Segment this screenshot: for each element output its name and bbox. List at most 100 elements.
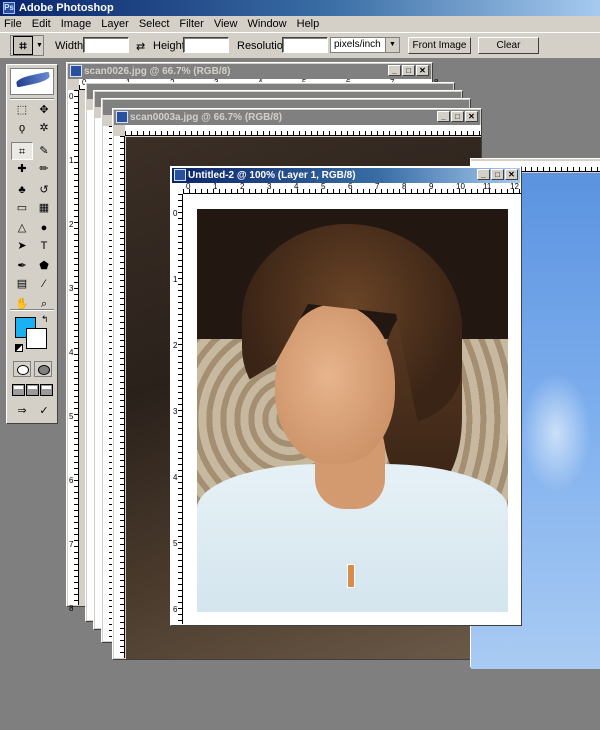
close-button[interactable]: ✕: [505, 169, 518, 180]
hand-tool[interactable]: ✋: [11, 295, 33, 313]
clear-button[interactable]: Clear: [478, 37, 539, 54]
magic-wand-tool[interactable]: ✲: [33, 119, 55, 137]
ruler-number: 5: [173, 539, 178, 548]
path-select-tool[interactable]: ➤: [11, 237, 33, 255]
eraser-tool[interactable]: ▭: [11, 199, 33, 217]
menu-layer[interactable]: Layer: [97, 18, 135, 30]
ruler-number: 4: [294, 182, 299, 191]
vertical-ruler: 0 1 2 3 4 5 6: [172, 194, 183, 624]
ruler-number: 6: [173, 605, 178, 614]
full-screen-mode-button[interactable]: [40, 384, 53, 396]
lasso-tool[interactable]: ϙ: [11, 119, 33, 137]
close-button[interactable]: ✕: [465, 111, 478, 122]
ruler-number: 0: [69, 92, 74, 101]
dodge-tool[interactable]: ●: [33, 219, 55, 237]
pendant: [347, 564, 355, 588]
vertical-ruler: [114, 136, 125, 658]
ruler-number: 2: [173, 341, 178, 350]
imageready-icon[interactable]: ✓: [33, 402, 55, 420]
ruler-number: 3: [69, 284, 74, 293]
toolbox: ↰ ⇒ ✓ ⬚ ✥ ϙ ✲ ⌗ ✎ ✚ ✏ ♣ ↺ ▭ ▦ △ ● ➤ T ✒ ⬟ ▤ ⁄ ✋ ⌕: [6, 64, 58, 424]
menu-window[interactable]: Window: [244, 18, 293, 30]
ruler-number: 8: [402, 182, 407, 191]
document-title: scan0026.jpg @ 66.7% (RGB/8): [84, 66, 231, 77]
ruler-number: 0: [173, 209, 178, 218]
ruler-number: 6: [348, 182, 353, 191]
eyedropper-tool[interactable]: ⁄: [33, 275, 55, 293]
minimize-button[interactable]: _: [477, 169, 490, 180]
swap-dimensions-icon[interactable]: ⇄: [136, 40, 145, 53]
horizontal-ruler: 0 1 2 3 4 5 6 7 8 9 10 11 12: [183, 182, 521, 194]
move-tool[interactable]: ✥: [33, 101, 55, 119]
type-tool[interactable]: T: [33, 237, 55, 255]
ruler-number: 12: [510, 182, 519, 191]
default-colors-icon[interactable]: [15, 344, 23, 352]
blur-tool[interactable]: △: [11, 219, 33, 237]
marquee-tool[interactable]: ⬚: [11, 101, 33, 119]
gradient-tool[interactable]: ▦: [33, 199, 55, 217]
document-titlebar[interactable]: Untitled-2 @ 100% (Layer 1, RGB/8) _ □ ✕: [172, 168, 520, 183]
menu-file[interactable]: File: [0, 18, 28, 30]
menu-edit[interactable]: Edit: [28, 18, 57, 30]
photoshop-logo-icon: Ps: [3, 2, 15, 14]
ruler-number: 11: [483, 182, 492, 191]
resolution-units-select[interactable]: pixels/inch ▼: [330, 37, 400, 53]
maximize-button[interactable]: □: [451, 111, 464, 122]
history-brush-tool[interactable]: ↺: [33, 181, 55, 199]
shape-tool[interactable]: ⬟: [33, 257, 55, 275]
ruler-number: 4: [173, 473, 178, 482]
standard-mode-button[interactable]: [13, 361, 31, 377]
notes-tool[interactable]: ▤: [11, 275, 33, 293]
close-button[interactable]: ✕: [416, 65, 429, 76]
ruler-number: 4: [69, 348, 74, 357]
ruler-number: 3: [173, 407, 178, 416]
menu-filter[interactable]: Filter: [175, 18, 209, 30]
tool-preset-picker[interactable]: ⌗ ▼: [10, 35, 44, 56]
zoom-tool[interactable]: ⌕: [33, 295, 55, 313]
menu-view[interactable]: View: [210, 18, 244, 30]
menu-bar: File Edit Image Layer Select Filter View Window…: [0, 16, 600, 32]
crop-tool[interactable]: ⌗: [11, 142, 33, 160]
maximize-button[interactable]: □: [491, 169, 504, 180]
document-title: scan0003a.jpg @ 66.7% (RGB/8): [130, 112, 283, 123]
chevron-down-icon: ▼: [385, 38, 399, 52]
quick-mask-mode-button[interactable]: [34, 361, 52, 377]
front-image-button[interactable]: Front Image: [408, 37, 471, 54]
app-title: Adobe Photoshop: [19, 2, 114, 14]
pen-tool[interactable]: ✒: [11, 257, 33, 275]
ruler-number: 5: [69, 412, 74, 421]
document-canvas-portrait: [197, 209, 508, 612]
background-color-swatch[interactable]: [26, 328, 47, 349]
standard-screen-mode-button[interactable]: [12, 384, 25, 396]
menu-image[interactable]: Image: [57, 18, 98, 30]
chevron-down-icon: ▼: [36, 42, 43, 49]
document-titlebar[interactable]: scan0003a.jpg @ 66.7% (RGB/8) _ □ ✕: [114, 110, 480, 125]
height-field[interactable]: [183, 37, 229, 53]
options-bar: ⌗ ▼ Width: ⇄ Height: Resolution: pixels/…: [0, 32, 600, 59]
brush-tool[interactable]: ✏: [33, 160, 55, 178]
document-icon: [174, 169, 186, 181]
ruler-number: 3: [267, 182, 272, 191]
menu-select[interactable]: Select: [135, 18, 176, 30]
resolution-field[interactable]: [282, 37, 328, 53]
adobe-feather-icon[interactable]: [10, 68, 54, 95]
healing-brush-tool[interactable]: ✚: [11, 160, 33, 178]
swap-colors-icon[interactable]: ↰: [41, 314, 49, 325]
jump-to-imageready-icon[interactable]: ⇒: [11, 402, 33, 420]
ruler-number: 10: [456, 182, 465, 191]
width-field[interactable]: [83, 37, 129, 53]
slice-tool[interactable]: ✎: [33, 142, 55, 160]
document-icon: [70, 65, 82, 77]
full-screen-menu-mode-button[interactable]: [26, 384, 39, 396]
ruler-number: 5: [321, 182, 326, 191]
resolution-units-value: pixels/inch: [334, 39, 381, 50]
menu-help[interactable]: Help: [293, 18, 326, 30]
clone-stamp-tool[interactable]: ♣: [11, 181, 33, 199]
document-titlebar[interactable]: scan0026.jpg @ 66.7% (RGB/8) _ □ ✕: [68, 64, 431, 79]
minimize-button[interactable]: _: [388, 65, 401, 76]
toolbox-divider: [10, 98, 54, 100]
minimize-button[interactable]: _: [437, 111, 450, 122]
horizontal-ruler: [125, 125, 481, 136]
maximize-button[interactable]: □: [402, 65, 415, 76]
document-title: Untitled-2 @ 100% (Layer 1, RGB/8): [188, 170, 356, 181]
